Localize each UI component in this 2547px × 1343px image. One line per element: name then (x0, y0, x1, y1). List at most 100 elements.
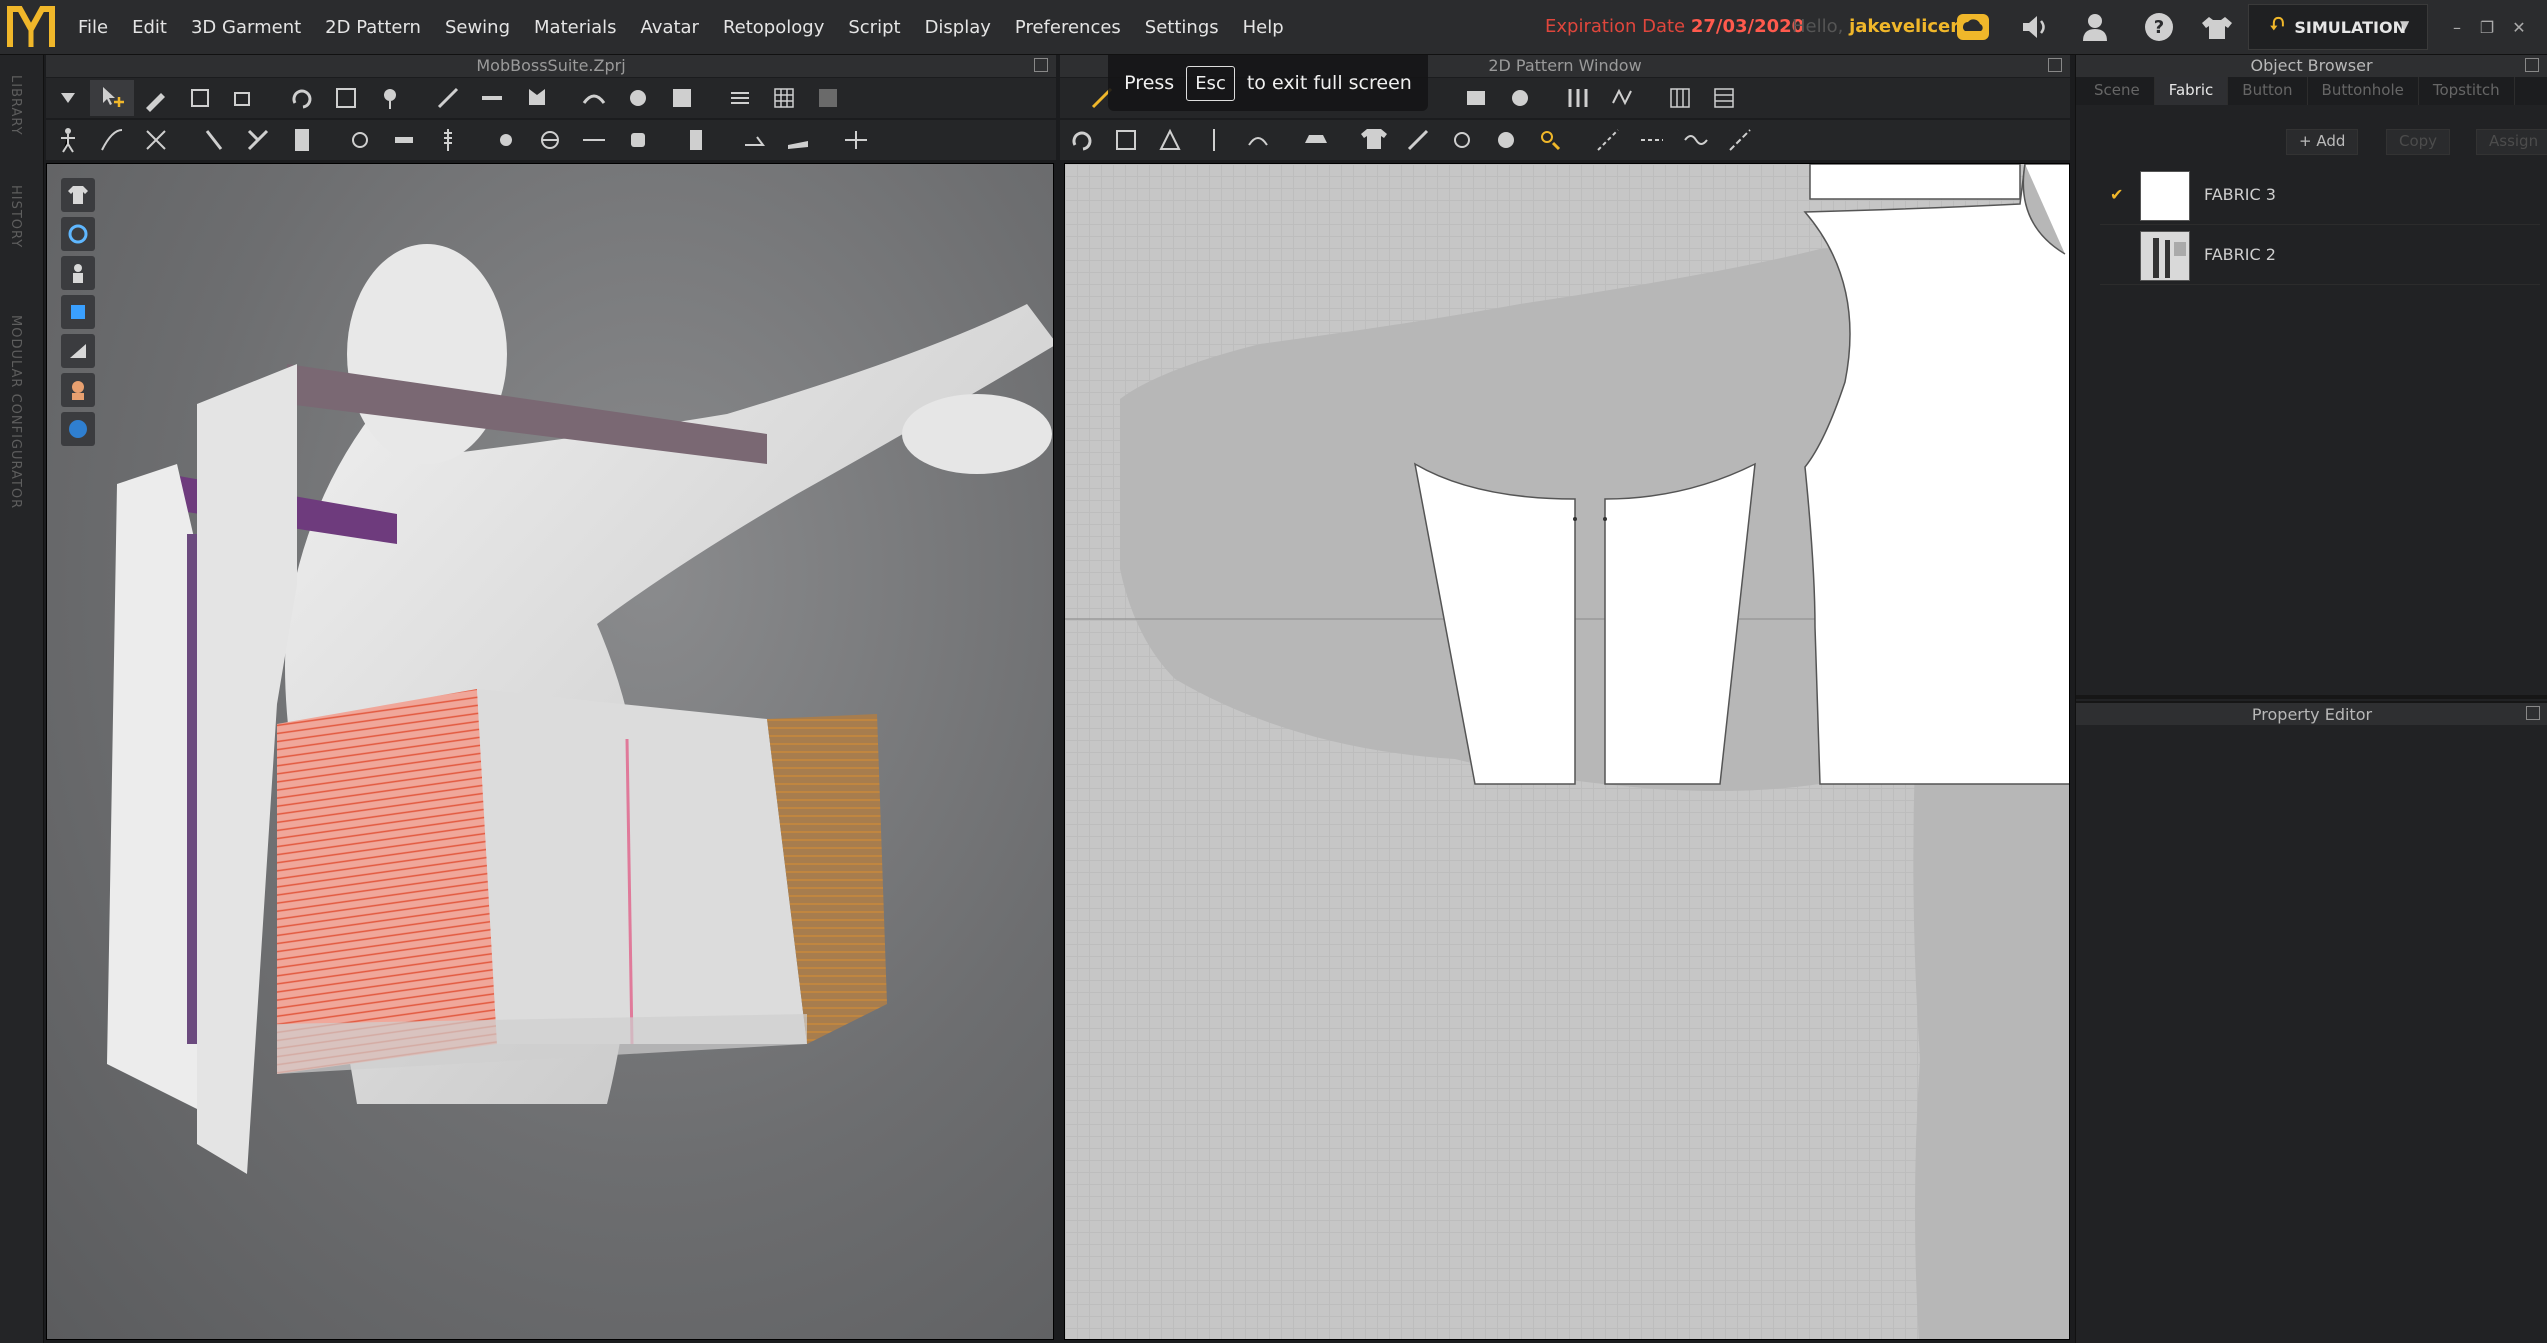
menu-retopology[interactable]: Retopology (723, 17, 824, 38)
close-icon[interactable]: ✕ (2508, 18, 2530, 38)
buttonhole-icon[interactable] (382, 122, 426, 158)
pattern-piece-top[interactable] (1809, 164, 2021, 200)
speaker-icon[interactable] (2016, 10, 2054, 44)
menu-settings[interactable]: Settings (1145, 17, 1219, 38)
shading-icon[interactable] (61, 334, 95, 368)
texture-icon[interactable] (806, 80, 850, 116)
menu-display[interactable]: Display (925, 17, 991, 38)
2d-fold-icon[interactable] (1104, 122, 1148, 158)
restore-icon[interactable]: ❐ (2476, 18, 2498, 38)
username[interactable]: jakevelicer (1849, 16, 1959, 37)
tab-buttonhole[interactable]: Buttonhole (2308, 77, 2419, 105)
shrink-icon[interactable] (616, 80, 660, 116)
2d-symmetry-icon[interactable] (1192, 122, 1236, 158)
fit-icon[interactable] (660, 80, 704, 116)
app-logo-icon[interactable] (6, 3, 56, 51)
2d-pattern-viewport[interactable] (1064, 163, 2070, 1340)
popout-icon[interactable] (2525, 58, 2539, 72)
2d-stitch-line-icon[interactable] (1630, 122, 1674, 158)
2d-topstitch-icon[interactable] (1586, 122, 1630, 158)
internal-shape-icon[interactable] (1498, 80, 1542, 116)
tab-history[interactable]: HISTORY (8, 185, 23, 248)
avatar-display-icon[interactable] (61, 256, 95, 290)
pattern-piece-right[interactable] (1803, 164, 2070, 785)
grain-grid-icon[interactable] (1658, 80, 1702, 116)
free-sewing-icon[interactable] (192, 122, 236, 158)
button-tool-icon[interactable] (338, 122, 382, 158)
menu-2d-pattern[interactable]: 2D Pattern (325, 17, 421, 38)
zipper-icon[interactable] (426, 122, 470, 158)
mode-dropdown-icon[interactable]: ▼ (2400, 18, 2409, 32)
user-account-icon[interactable] (2076, 10, 2114, 44)
tab-topstitch[interactable]: Topstitch (2419, 77, 2515, 105)
2d-pattern-canvas[interactable] (1065, 164, 2070, 1340)
copy-fabric-button[interactable]: Copy (2386, 129, 2451, 155)
fabric-item[interactable]: FABRIC 2 (2100, 227, 2540, 285)
2d-curve-stitch-icon[interactable] (1674, 122, 1718, 158)
2d-segment-sewing-icon[interactable] (1396, 122, 1440, 158)
seam-line-icon[interactable] (90, 122, 134, 158)
fold-icon[interactable] (324, 80, 368, 116)
fold-arrange-icon[interactable] (732, 122, 776, 158)
menu-script[interactable]: Script (848, 17, 900, 38)
pattern-point[interactable] (1573, 517, 1577, 521)
segment-sewing-icon[interactable] (134, 122, 178, 158)
tab-scene[interactable]: Scene (2080, 77, 2155, 105)
garment-display-icon[interactable] (61, 178, 95, 212)
trace-icon[interactable] (1600, 80, 1644, 116)
menu-materials[interactable]: Materials (534, 17, 617, 38)
flatten-icon[interactable] (718, 80, 762, 116)
2d-select-point-icon[interactable] (1528, 122, 1572, 158)
select-move-icon[interactable] (90, 80, 134, 116)
cloud-icon[interactable] (1954, 10, 1992, 44)
popout-icon[interactable] (1034, 58, 1048, 72)
help-icon[interactable]: ? (2140, 10, 2178, 44)
2d-unfold-icon[interactable] (1148, 122, 1192, 158)
2d-button-icon[interactable] (1440, 122, 1484, 158)
menu-file[interactable]: File (78, 17, 108, 38)
tab-button[interactable]: Button (2228, 77, 2308, 105)
popout-icon[interactable] (2526, 706, 2540, 720)
tab-library[interactable]: LIBRARY (8, 75, 23, 136)
puckering-icon[interactable] (528, 122, 572, 158)
select-mesh-icon[interactable] (222, 80, 266, 116)
avatar-pose-icon[interactable] (46, 122, 90, 158)
rotate-icon[interactable] (280, 80, 324, 116)
polygon-icon[interactable] (1454, 80, 1498, 116)
clipboard-icon[interactable] (674, 122, 718, 158)
menu-edit[interactable]: Edit (132, 17, 167, 38)
line-tool-icon[interactable] (572, 122, 616, 158)
transform-icon[interactable] (178, 80, 222, 116)
menu-help[interactable]: Help (1243, 17, 1284, 38)
2d-buttonhole-icon[interactable] (1484, 122, 1528, 158)
minimize-icon[interactable]: – (2446, 18, 2468, 38)
measure-tape-icon[interactable] (616, 122, 660, 158)
skin-display-icon[interactable] (61, 373, 95, 407)
strengthen-icon[interactable] (572, 80, 616, 116)
edit-pattern-icon[interactable] (134, 80, 178, 116)
3d-scene[interactable] (47, 164, 1054, 1340)
dart-icon[interactable] (1556, 80, 1600, 116)
2d-offset-icon[interactable] (1236, 122, 1280, 158)
garment-fit-icon[interactable] (280, 122, 324, 158)
2d-garment-icon[interactable] (1352, 122, 1396, 158)
assign-fabric-button[interactable]: Assign (2476, 129, 2547, 155)
ruler-icon[interactable] (776, 122, 820, 158)
topstitch-icon[interactable] (484, 122, 528, 158)
popout-icon[interactable] (2048, 58, 2062, 72)
grid-icon[interactable] (762, 80, 806, 116)
fabric-item[interactable]: ✔ FABRIC 3 (2100, 167, 2540, 225)
2d-bias-stitch-icon[interactable] (1718, 122, 1762, 158)
edit-sewing-icon[interactable] (236, 122, 280, 158)
gizmo-icon[interactable] (834, 122, 878, 158)
add-fabric-button[interactable]: + Add (2286, 129, 2359, 155)
pin-icon[interactable] (368, 80, 412, 116)
2d-layer-icon[interactable] (1294, 122, 1338, 158)
3d-viewport[interactable] (46, 163, 1054, 1340)
physics-display-icon[interactable] (61, 217, 95, 251)
texture-display-icon[interactable] (61, 295, 95, 329)
texture-grid-icon[interactable] (1702, 80, 1746, 116)
pattern-point[interactable] (1603, 517, 1607, 521)
measure-icon[interactable] (470, 80, 514, 116)
menu-3d-garment[interactable]: 3D Garment (191, 17, 301, 38)
